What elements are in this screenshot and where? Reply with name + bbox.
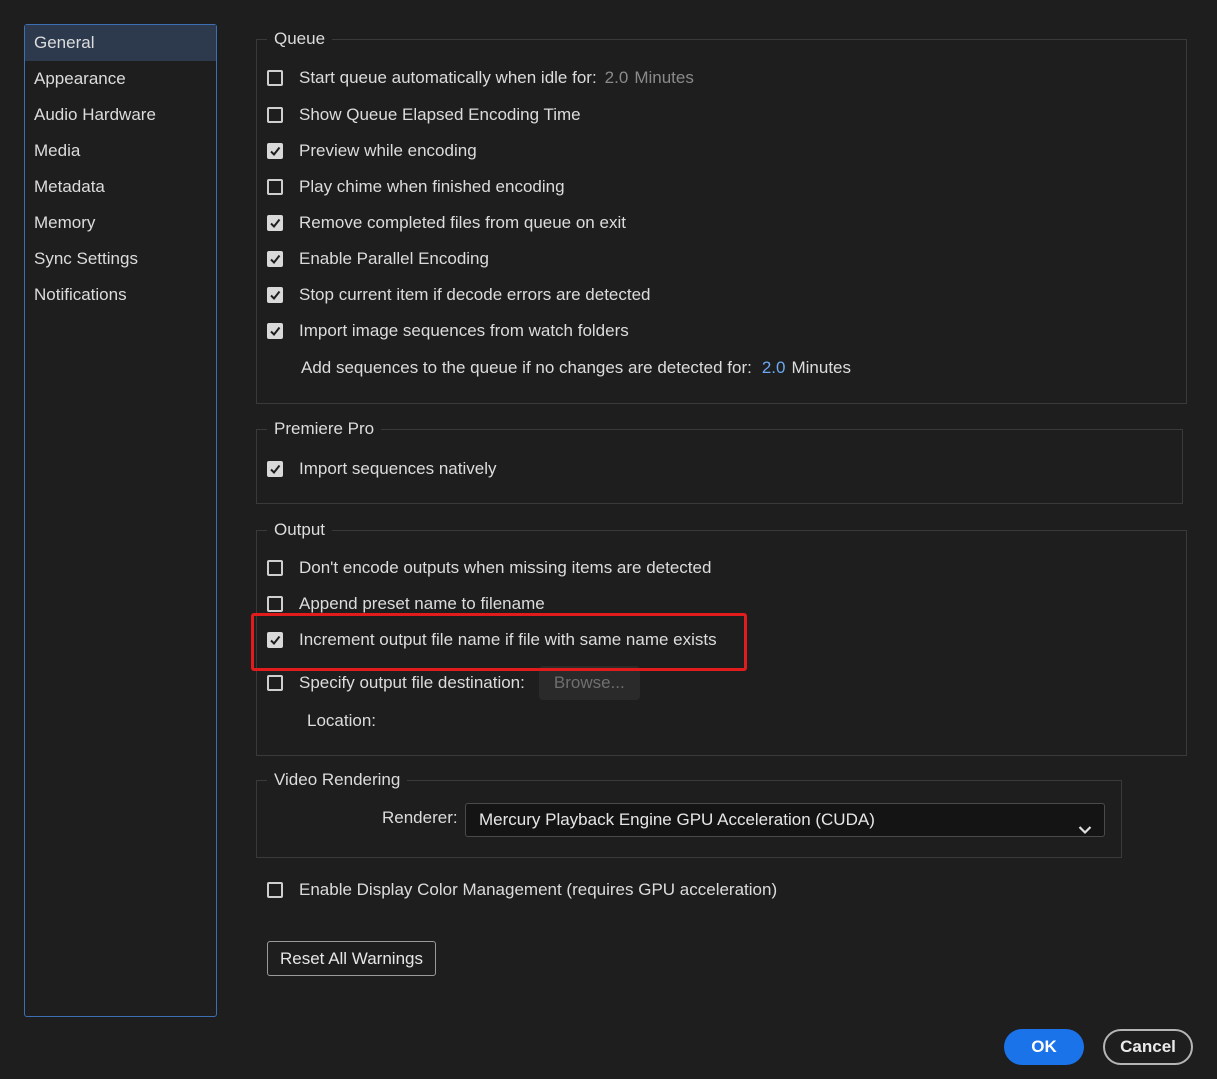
start-queue-idle-label: Start queue automatically when idle for: bbox=[299, 68, 597, 87]
import-natively-checkbox[interactable] bbox=[267, 461, 283, 477]
color-management-row: Enable Display Color Management (require… bbox=[267, 878, 777, 902]
show-elapsed-label: Show Queue Elapsed Encoding Time bbox=[299, 105, 581, 124]
color-management-label: Enable Display Color Management (require… bbox=[299, 880, 778, 899]
add-sequences-minutes-unit: Minutes bbox=[791, 358, 851, 377]
import-natively-label: Import sequences natively bbox=[299, 459, 497, 478]
idle-minutes-unit: Minutes bbox=[634, 68, 694, 87]
remove-completed-row: Remove completed files from queue on exi… bbox=[267, 211, 626, 235]
sidebar-item-media[interactable]: Media bbox=[25, 133, 216, 169]
dont-encode-checkbox[interactable] bbox=[267, 560, 283, 576]
location-label: Location: bbox=[307, 711, 376, 730]
import-watch-folders-label: Import image sequences from watch folder… bbox=[299, 321, 629, 340]
video-rendering-legend: Video Rendering bbox=[267, 769, 408, 791]
import-watch-folders-row: Import image sequences from watch folder… bbox=[267, 319, 629, 343]
remove-completed-label: Remove completed files from queue on exi… bbox=[299, 213, 626, 232]
specify-destination-checkbox[interactable] bbox=[267, 675, 283, 691]
sidebar-item-appearance[interactable]: Appearance bbox=[25, 61, 216, 97]
parallel-encoding-label: Enable Parallel Encoding bbox=[299, 249, 489, 268]
renderer-label-row: Renderer: bbox=[382, 806, 458, 830]
browse-button[interactable]: Browse... bbox=[538, 666, 640, 700]
sidebar-item-memory[interactable]: Memory bbox=[25, 205, 216, 241]
preferences-sidebar: General Appearance Audio Hardware Media … bbox=[24, 24, 217, 1017]
append-preset-checkbox[interactable] bbox=[267, 596, 283, 612]
output-legend: Output bbox=[267, 519, 333, 541]
start-queue-idle-checkbox[interactable] bbox=[267, 70, 283, 86]
sidebar-item-notifications[interactable]: Notifications bbox=[25, 277, 216, 313]
sidebar-item-metadata[interactable]: Metadata bbox=[25, 169, 216, 205]
color-management-checkbox[interactable] bbox=[267, 882, 283, 898]
stop-decode-errors-checkbox[interactable] bbox=[267, 287, 283, 303]
import-watch-folders-checkbox[interactable] bbox=[267, 323, 283, 339]
idle-minutes-value[interactable]: 2.0 bbox=[605, 68, 629, 88]
specify-destination-label: Specify output file destination: bbox=[299, 673, 525, 692]
ok-button[interactable]: OK bbox=[1004, 1029, 1084, 1065]
play-chime-label: Play chime when finished encoding bbox=[299, 177, 565, 196]
add-sequences-row: Add sequences to the queue if no changes… bbox=[301, 356, 851, 380]
sidebar-item-audio-hardware[interactable]: Audio Hardware bbox=[25, 97, 216, 133]
annotation-highlight-box bbox=[251, 613, 747, 671]
cancel-button[interactable]: Cancel bbox=[1103, 1029, 1193, 1065]
add-sequences-label: Add sequences to the queue if no changes… bbox=[301, 358, 752, 377]
start-queue-idle-row: Start queue automatically when idle for:… bbox=[267, 66, 694, 90]
sidebar-item-sync-settings[interactable]: Sync Settings bbox=[25, 241, 216, 277]
show-elapsed-row: Show Queue Elapsed Encoding Time bbox=[267, 103, 581, 127]
parallel-encoding-row: Enable Parallel Encoding bbox=[267, 247, 489, 271]
stop-decode-errors-label: Stop current item if decode errors are d… bbox=[299, 285, 651, 304]
queue-group: Queue Start queue automatically when idl… bbox=[256, 28, 1187, 404]
reset-all-warnings-button[interactable]: Reset All Warnings bbox=[267, 941, 436, 976]
stop-decode-errors-row: Stop current item if decode errors are d… bbox=[267, 283, 651, 307]
renderer-label: Renderer: bbox=[382, 808, 458, 827]
renderer-selected-value: Mercury Playback Engine GPU Acceleration… bbox=[479, 810, 875, 829]
location-row: Location: bbox=[307, 709, 376, 733]
append-preset-label: Append preset name to filename bbox=[299, 594, 545, 613]
specify-destination-row: Specify output file destination: Browse.… bbox=[267, 666, 640, 700]
preview-encoding-checkbox[interactable] bbox=[267, 143, 283, 159]
sidebar-item-general[interactable]: General bbox=[25, 25, 216, 61]
show-elapsed-checkbox[interactable] bbox=[267, 107, 283, 123]
play-chime-row: Play chime when finished encoding bbox=[267, 175, 565, 199]
play-chime-checkbox[interactable] bbox=[267, 179, 283, 195]
chevron-down-icon bbox=[1078, 814, 1092, 846]
video-rendering-group: Video Rendering Renderer: Mercury Playba… bbox=[256, 769, 1122, 858]
dont-encode-row: Don't encode outputs when missing items … bbox=[267, 556, 711, 580]
queue-legend: Queue bbox=[267, 28, 333, 50]
renderer-dropdown[interactable]: Mercury Playback Engine GPU Acceleration… bbox=[465, 803, 1105, 837]
import-natively-row: Import sequences natively bbox=[267, 457, 497, 481]
premiere-pro-legend: Premiere Pro bbox=[267, 418, 382, 440]
preview-encoding-label: Preview while encoding bbox=[299, 141, 477, 160]
preview-encoding-row: Preview while encoding bbox=[267, 139, 477, 163]
add-sequences-minutes-value[interactable]: 2.0 bbox=[762, 358, 786, 378]
premiere-pro-group: Premiere Pro Import sequences natively bbox=[256, 418, 1183, 504]
parallel-encoding-checkbox[interactable] bbox=[267, 251, 283, 267]
dont-encode-label: Don't encode outputs when missing items … bbox=[299, 558, 712, 577]
remove-completed-checkbox[interactable] bbox=[267, 215, 283, 231]
